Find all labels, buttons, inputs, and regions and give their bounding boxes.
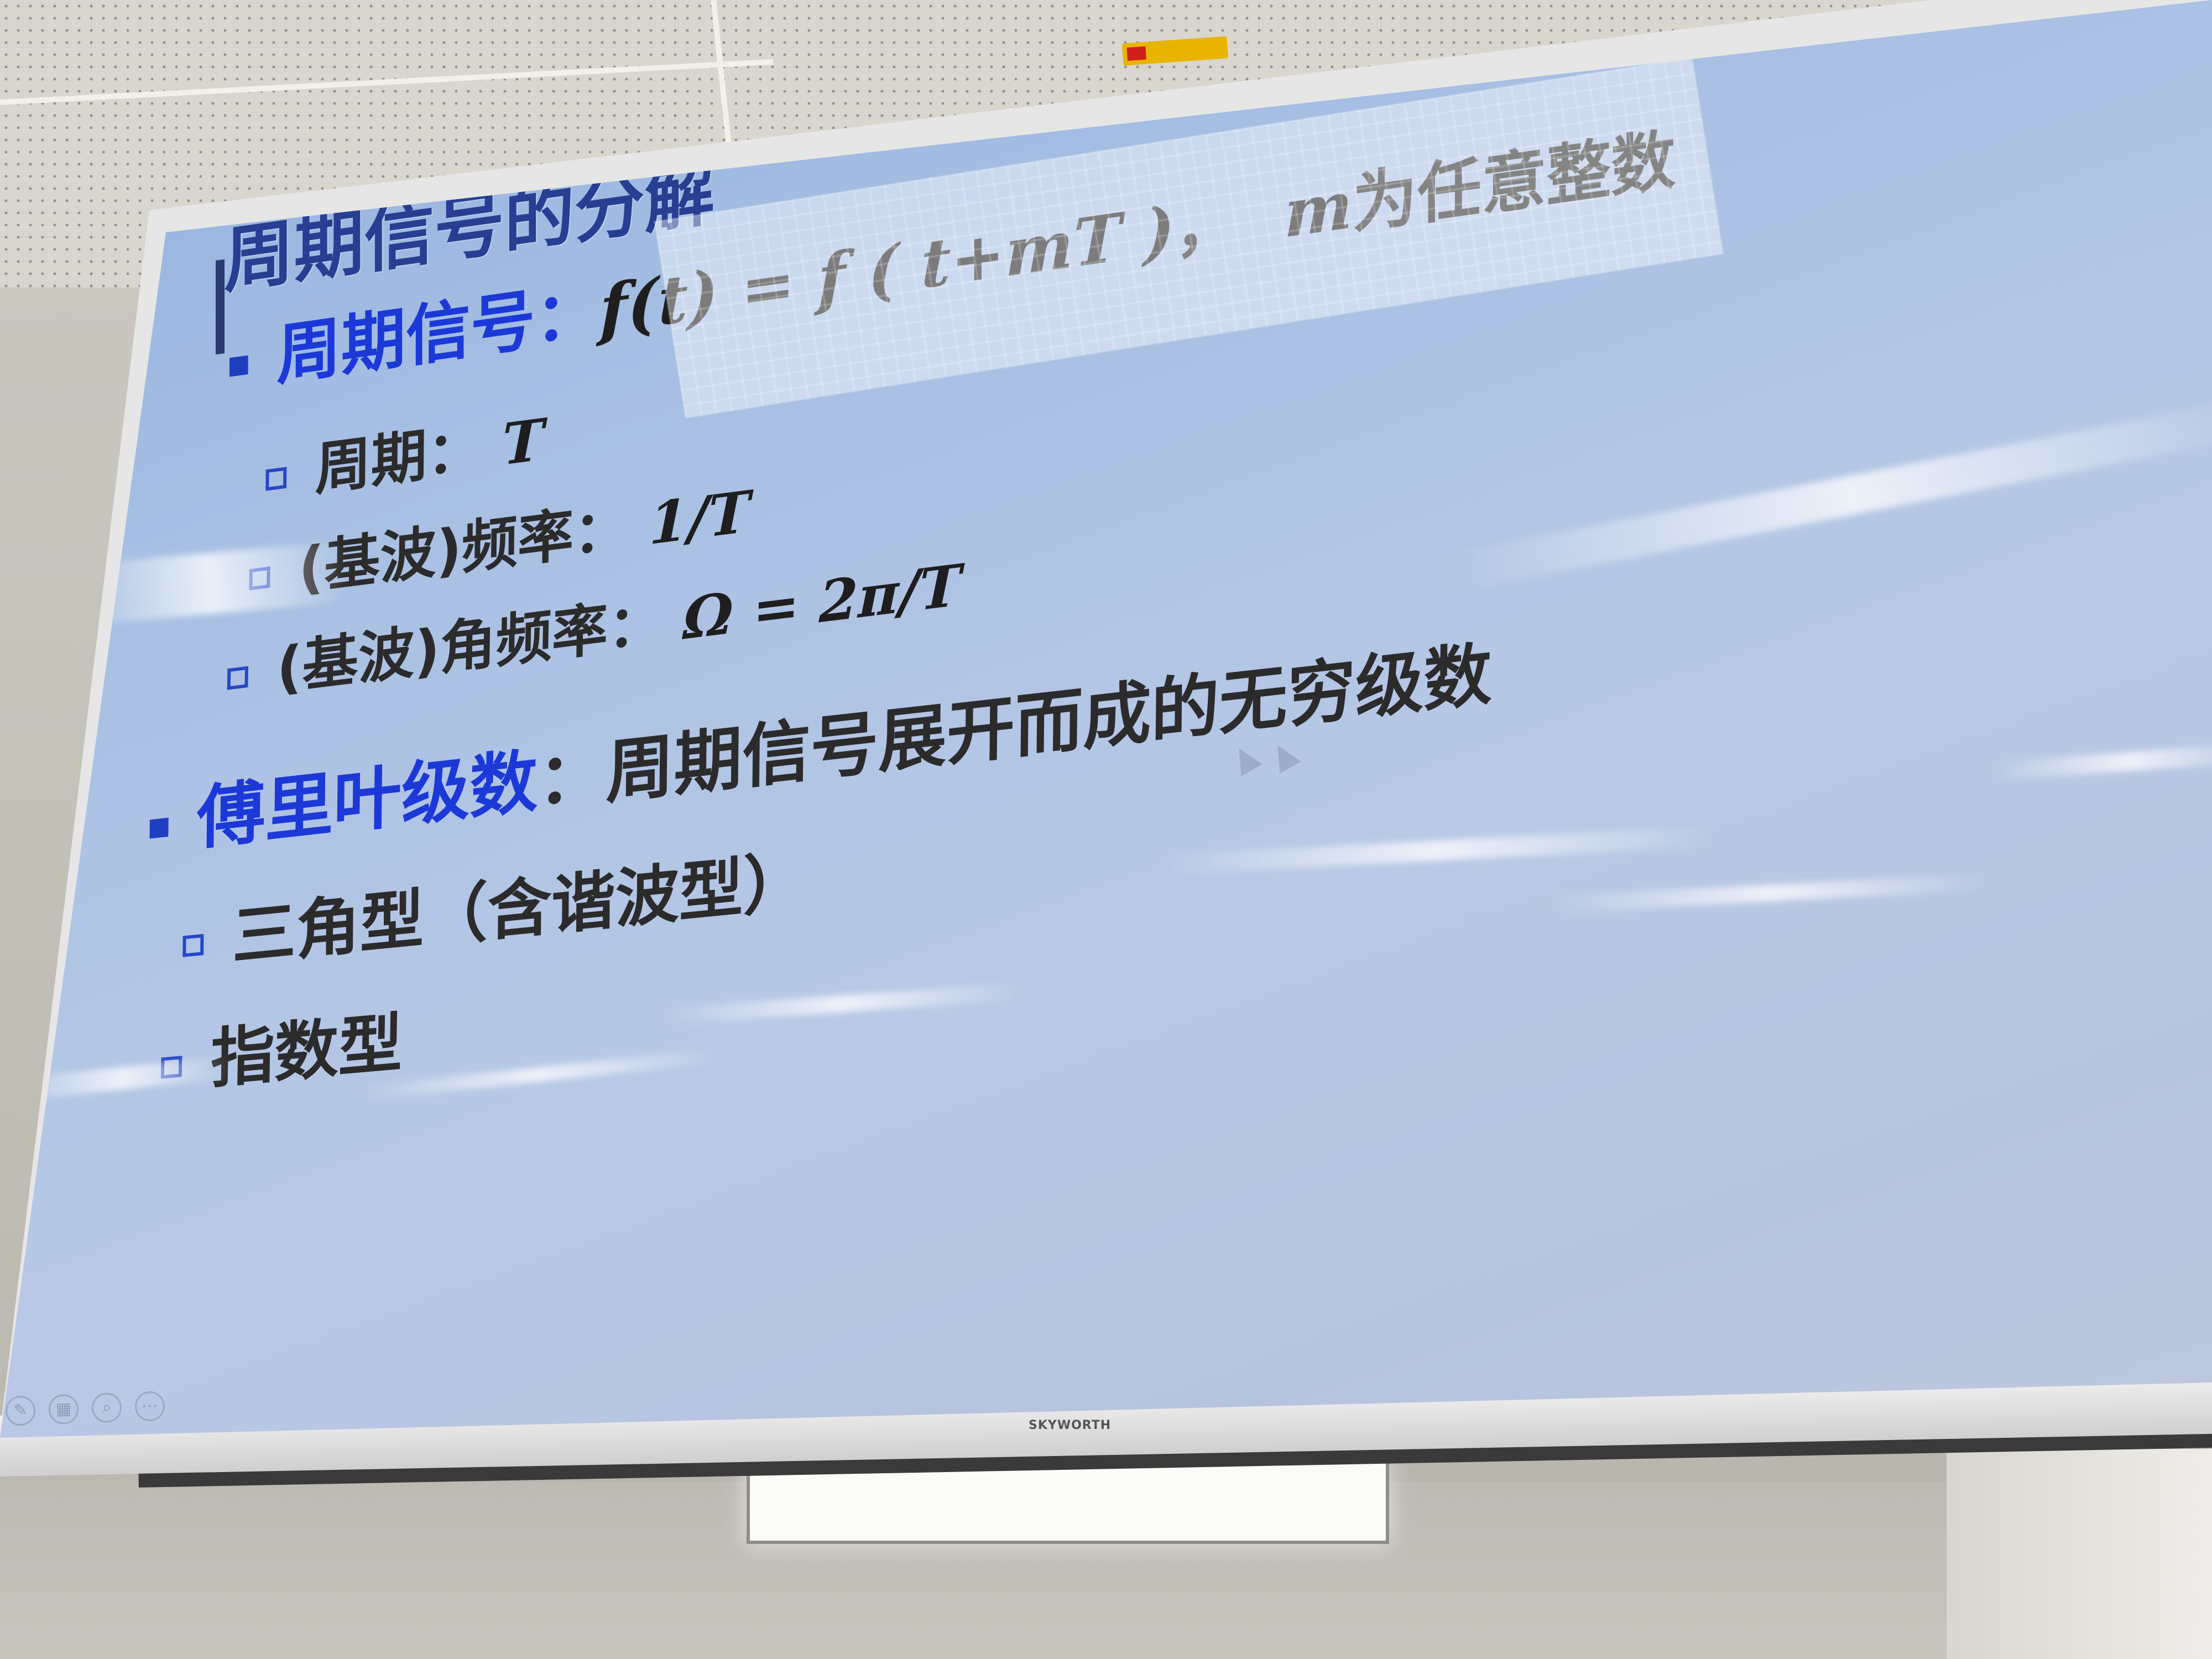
slideshow-toolbar: ✎ ▦ ⌕ ⋯ bbox=[5, 1390, 165, 1427]
photo-scene: SKYWORTH 周期信号的分解 周期信号：f(t) = f ( t+mT )，… bbox=[0, 0, 2212, 1659]
period-label: 周期： bbox=[315, 415, 483, 504]
mouse-cursor-icon bbox=[1267, 739, 1301, 774]
frequency-value: 1/T bbox=[648, 478, 751, 559]
fourier-colon: ： bbox=[537, 733, 607, 822]
hollow-square-bullet-icon bbox=[182, 934, 204, 958]
angular-frequency-value: Ω = 2π/T bbox=[682, 551, 962, 653]
hollow-square-bullet-icon bbox=[160, 1056, 182, 1079]
mouse-cursor-icon bbox=[1228, 742, 1262, 776]
note-text: 为任意整数 bbox=[1352, 121, 1676, 243]
period-value: T bbox=[502, 406, 545, 479]
pen-icon[interactable]: ✎ bbox=[5, 1395, 36, 1427]
formula-separator: ， bbox=[1174, 181, 1239, 268]
fourier-series-label: 傅里叶级数 bbox=[196, 741, 539, 860]
square-bullet-icon bbox=[149, 817, 169, 839]
angular-frequency-label: (基波)角频率： bbox=[276, 588, 665, 703]
note-variable: m bbox=[1284, 165, 1353, 253]
trigonometric-label: 三角型（含谐波型） bbox=[232, 843, 807, 975]
hollow-square-bullet-icon bbox=[249, 566, 270, 591]
tv-brand-logo: SKYWORTH bbox=[1029, 1418, 1112, 1432]
title-frame-vertical bbox=[216, 259, 225, 355]
more-icon[interactable]: ⋯ bbox=[134, 1390, 165, 1422]
zoom-icon[interactable]: ⌕ bbox=[91, 1392, 122, 1423]
sub-period: 周期： T bbox=[265, 394, 544, 513]
sub-exponential: 指数型 bbox=[160, 990, 403, 1105]
exponential-label: 指数型 bbox=[210, 1005, 403, 1098]
right-pillar bbox=[1947, 1449, 2212, 1659]
slides-icon[interactable]: ▦ bbox=[48, 1394, 79, 1425]
hollow-square-bullet-icon bbox=[265, 467, 287, 491]
fourier-description: 周期信号展开而成的无穷级数 bbox=[605, 634, 1493, 814]
square-bullet-icon bbox=[229, 355, 248, 377]
hollow-square-bullet-icon bbox=[227, 666, 249, 690]
